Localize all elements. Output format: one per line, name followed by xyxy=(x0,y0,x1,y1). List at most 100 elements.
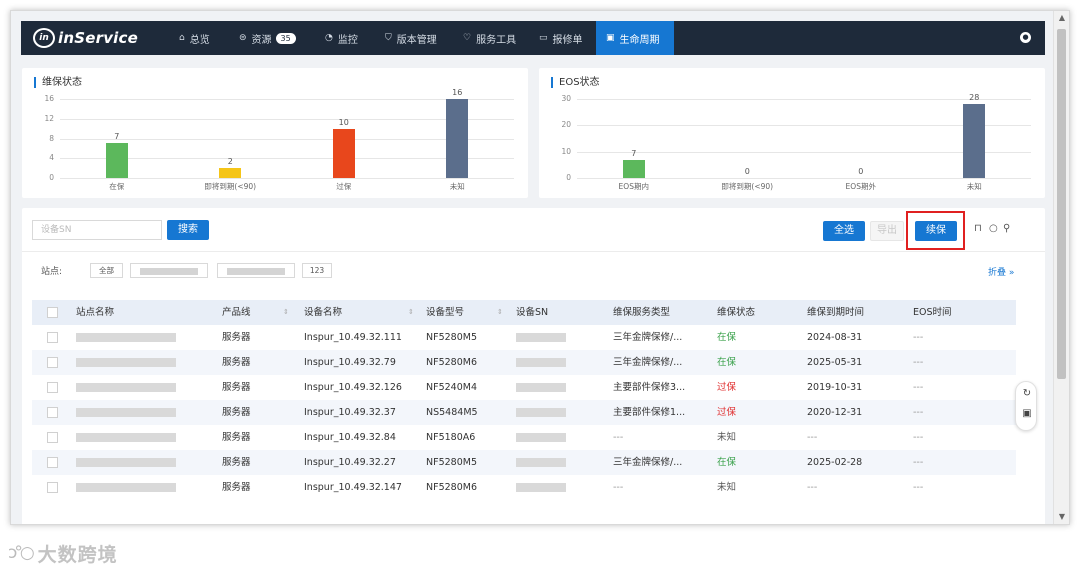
column-header-name[interactable]: 设备名称 xyxy=(304,300,422,325)
renew-button[interactable]: 续保 xyxy=(915,221,957,241)
column-header-site[interactable]: 站点名称 xyxy=(76,300,216,325)
table-row[interactable]: 服务器 Inspur_10.49.32.126 NF5240M4 主要部件保修3...… xyxy=(32,375,1016,400)
table-row[interactable]: 服务器 Inspur_10.49.32.84 NF5180A6 --- 未知 --- --- xyxy=(32,425,1016,450)
cell-eos: --- xyxy=(913,382,924,393)
warranty-chart-bar-1[interactable] xyxy=(219,168,242,178)
scroll-down-icon[interactable]: ▼ xyxy=(1054,510,1069,524)
select-all-checkbox[interactable] xyxy=(47,307,58,318)
warranty-chart-ytick-label: 16 xyxy=(44,94,54,103)
search-button[interactable]: 搜索 xyxy=(167,220,209,240)
device-sn-redacted xyxy=(516,425,608,450)
user-avatar-icon[interactable]: ● xyxy=(1020,32,1031,43)
row-checkbox[interactable] xyxy=(47,457,58,468)
row-checkbox[interactable] xyxy=(47,432,58,443)
site-name-redacted xyxy=(76,375,216,400)
table-row[interactable]: 服务器 Inspur_10.49.32.27 NF5280M5 三年金牌保修/... 在… xyxy=(32,450,1016,475)
nav-tab-6[interactable]: ▣ 生命周期 xyxy=(596,21,674,55)
logo-text: inService xyxy=(58,29,138,47)
sort-icon[interactable]: ⇕ xyxy=(497,308,503,316)
scrollbar-thumb[interactable] xyxy=(1057,29,1066,379)
logo-mark-icon: in xyxy=(33,28,55,48)
eos-chart-bar-value-label: 0 xyxy=(858,167,864,176)
row-checkbox[interactable] xyxy=(47,332,58,343)
history-icon[interactable]: ↻ xyxy=(1016,388,1038,399)
warranty-chart-bar-0[interactable] xyxy=(105,143,128,178)
scroll-up-icon[interactable]: ▲ xyxy=(1054,11,1069,25)
row-checkbox[interactable] xyxy=(47,382,58,393)
nav-tab-icon: ◔ xyxy=(325,33,333,43)
nav-tab-3[interactable]: ⛉ 版本管理 xyxy=(375,21,447,55)
nav-tab-icon: ⊜ xyxy=(239,33,247,43)
nav-tab-1[interactable]: ⊜ 资源 35 xyxy=(229,21,306,55)
nav-tab-label: 生命周期 xyxy=(619,34,660,46)
nav-tab-label: 监控 xyxy=(337,34,358,46)
device-sn-redacted xyxy=(516,475,608,500)
column-header-expire[interactable]: 维保到期时间 xyxy=(807,300,907,325)
nav-tab-5[interactable]: ▭ 报修单 xyxy=(529,21,593,55)
vertical-scrollbar[interactable]: ▲ ▼ xyxy=(1053,11,1069,524)
site-name-redacted xyxy=(76,425,216,450)
delete-icon[interactable]: ⊓ xyxy=(974,223,982,234)
site-chip-123[interactable]: 123 xyxy=(302,263,332,278)
nav-tab-2[interactable]: ◔ 监控 xyxy=(315,21,368,55)
export-button[interactable]: 导出 xyxy=(870,221,904,241)
cell-service: 三年金牌保修/... xyxy=(613,357,683,368)
cell-product: 服务器 xyxy=(222,482,251,493)
cell-eos: --- xyxy=(913,432,924,443)
cell-name: Inspur_10.49.32.126 xyxy=(304,382,402,393)
eos-chart-category-label: 未知 xyxy=(966,182,982,191)
cell-model: NF5280M5 xyxy=(426,332,477,343)
sort-icon[interactable]: ⇕ xyxy=(283,308,289,316)
row-checkbox[interactable] xyxy=(47,407,58,418)
row-checkbox[interactable] xyxy=(47,357,58,368)
cell-service: 三年金牌保修/... xyxy=(613,332,683,343)
site-chip-redacted-1[interactable] xyxy=(130,263,208,278)
collapse-filter-toggle[interactable]: 折叠 » xyxy=(988,265,1014,278)
eos-chart-bar-3[interactable] xyxy=(963,104,986,178)
select-all-button[interactable]: 全选 xyxy=(823,221,865,241)
column-settings-icon[interactable]: ⚲ xyxy=(1003,223,1010,234)
cell-expire: 2019-10-31 xyxy=(807,382,863,393)
cell-expire: 2025-05-31 xyxy=(807,357,863,368)
site-chip-all[interactable]: 全部 xyxy=(90,263,123,278)
sort-icon[interactable]: ⇕ xyxy=(408,308,414,316)
table-row[interactable]: 服务器 Inspur_10.49.32.37 NS5484M5 主要部件保修1... 过… xyxy=(32,400,1016,425)
device-sn-redacted xyxy=(516,400,608,425)
nav-tab-0[interactable]: ⌂ 总览 xyxy=(169,21,220,55)
collapse-label: 折叠 xyxy=(988,268,1007,278)
device-sn-search-input[interactable]: 设备SN xyxy=(32,220,162,240)
column-header-status[interactable]: 维保状态 xyxy=(717,300,801,325)
eos-chart-ytick-label: 20 xyxy=(561,120,571,129)
cell-product: 服务器 xyxy=(222,432,251,443)
column-header-service[interactable]: 维保服务类型 xyxy=(613,300,711,325)
row-checkbox[interactable] xyxy=(47,482,58,493)
device-sn-redacted xyxy=(516,350,608,375)
cell-eos: --- xyxy=(913,457,924,468)
nav-tab-label: 报修单 xyxy=(552,34,583,46)
site-chip-redacted-2[interactable] xyxy=(217,263,295,278)
table-row[interactable]: 服务器 Inspur_10.49.32.111 NF5280M5 三年金牌保修/...… xyxy=(32,325,1016,350)
eos-chart-ytick-label: 30 xyxy=(561,94,571,103)
site-name-redacted xyxy=(76,450,216,475)
nav-tab-4[interactable]: ♡ 服务工具 xyxy=(453,21,526,55)
warranty-chart-bar-value-label: 2 xyxy=(227,157,233,167)
table-row[interactable]: 服务器 Inspur_10.49.32.79 NF5280M6 三年金牌保修/... 在… xyxy=(32,350,1016,375)
save-icon[interactable]: ▣ xyxy=(1016,408,1038,419)
eos-chart-bar-0[interactable] xyxy=(622,159,645,178)
column-header-sn[interactable]: 设备SN xyxy=(516,300,608,325)
nav-tab-icon: ▭ xyxy=(539,33,548,43)
cell-eos: --- xyxy=(913,332,924,343)
app-container: in inService ⌂ 总览 ⊜ 资源 35 ◔ 监控 ⛉ 版本管理 ♡ 服务工具 ▭ 报修单 ▣ 生… xyxy=(21,21,1045,524)
eos-chart-gridline xyxy=(577,178,1031,179)
warranty-chart-bar-3[interactable] xyxy=(446,99,469,178)
eos-chart-category-label: 即将到期(<90) xyxy=(721,182,774,191)
warranty-chart-bar-2[interactable] xyxy=(332,128,355,178)
table-row[interactable]: 服务器 Inspur_10.49.32.147 NF5280M6 --- 未知 --- --… xyxy=(32,475,1016,500)
app-logo[interactable]: in inService xyxy=(33,27,138,49)
cell-name: Inspur_10.49.32.79 xyxy=(304,357,396,368)
refresh-icon[interactable]: ○ xyxy=(989,223,998,234)
cell-status: 未知 xyxy=(717,482,737,493)
column-header-eos[interactable]: EOS时间 xyxy=(913,300,1003,325)
watermark: ↄ°○ 大数跨境 xyxy=(8,539,118,567)
cell-service: --- xyxy=(613,482,624,493)
